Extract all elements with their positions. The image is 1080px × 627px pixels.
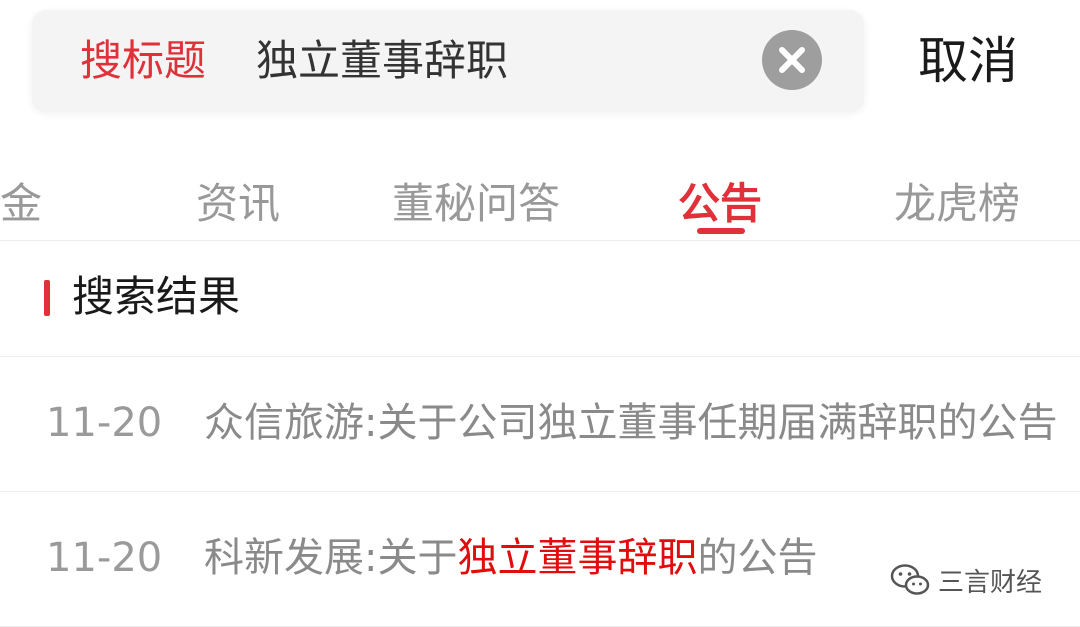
- tab-announcements[interactable]: 公告: [678, 178, 762, 230]
- watermark-text: 三言财经: [938, 567, 1043, 598]
- tab-board-secretary-qa[interactable]: 董秘问答: [392, 178, 560, 230]
- tab-gold[interactable]: 金: [0, 178, 42, 230]
- watermark: 三言财经: [890, 560, 1042, 600]
- result-title-highlight: 独立董事辞职: [457, 535, 698, 581]
- tab-news[interactable]: 资讯: [196, 178, 280, 230]
- result-date: 11-20: [46, 535, 163, 581]
- search-scope-label[interactable]: 搜标题: [80, 34, 206, 88]
- close-icon: [779, 47, 805, 73]
- search-input[interactable]: 独立董事辞职: [256, 34, 508, 88]
- section-accent-bar: [44, 280, 50, 316]
- wechat-icon: [890, 564, 930, 595]
- results-section-header: 搜索结果: [0, 240, 1080, 357]
- result-title-text: 的公告: [697, 535, 818, 581]
- clear-search-button[interactable]: [762, 30, 822, 90]
- tab-dragon-tiger-list[interactable]: 龙虎榜: [894, 178, 1020, 230]
- cancel-button[interactable]: 取消: [918, 30, 1018, 92]
- result-title[interactable]: 众信旅游:关于公司独立董事任期届满辞职的公告: [204, 397, 1064, 449]
- result-title-text: 众信旅游:关于公司独立董事任期届满辞职的公告: [204, 400, 1058, 446]
- section-title: 搜索结果: [72, 272, 241, 321]
- result-row[interactable]: 11-20 众信旅游:关于公司独立董事任期届满辞职的公告: [0, 357, 1080, 492]
- category-tabs: 金 资讯 董秘问答 公告 龙虎榜: [0, 160, 1080, 241]
- result-title-text: 科新发展:关于: [204, 535, 458, 581]
- active-tab-indicator: [697, 228, 745, 234]
- result-date: 11-20: [46, 400, 163, 446]
